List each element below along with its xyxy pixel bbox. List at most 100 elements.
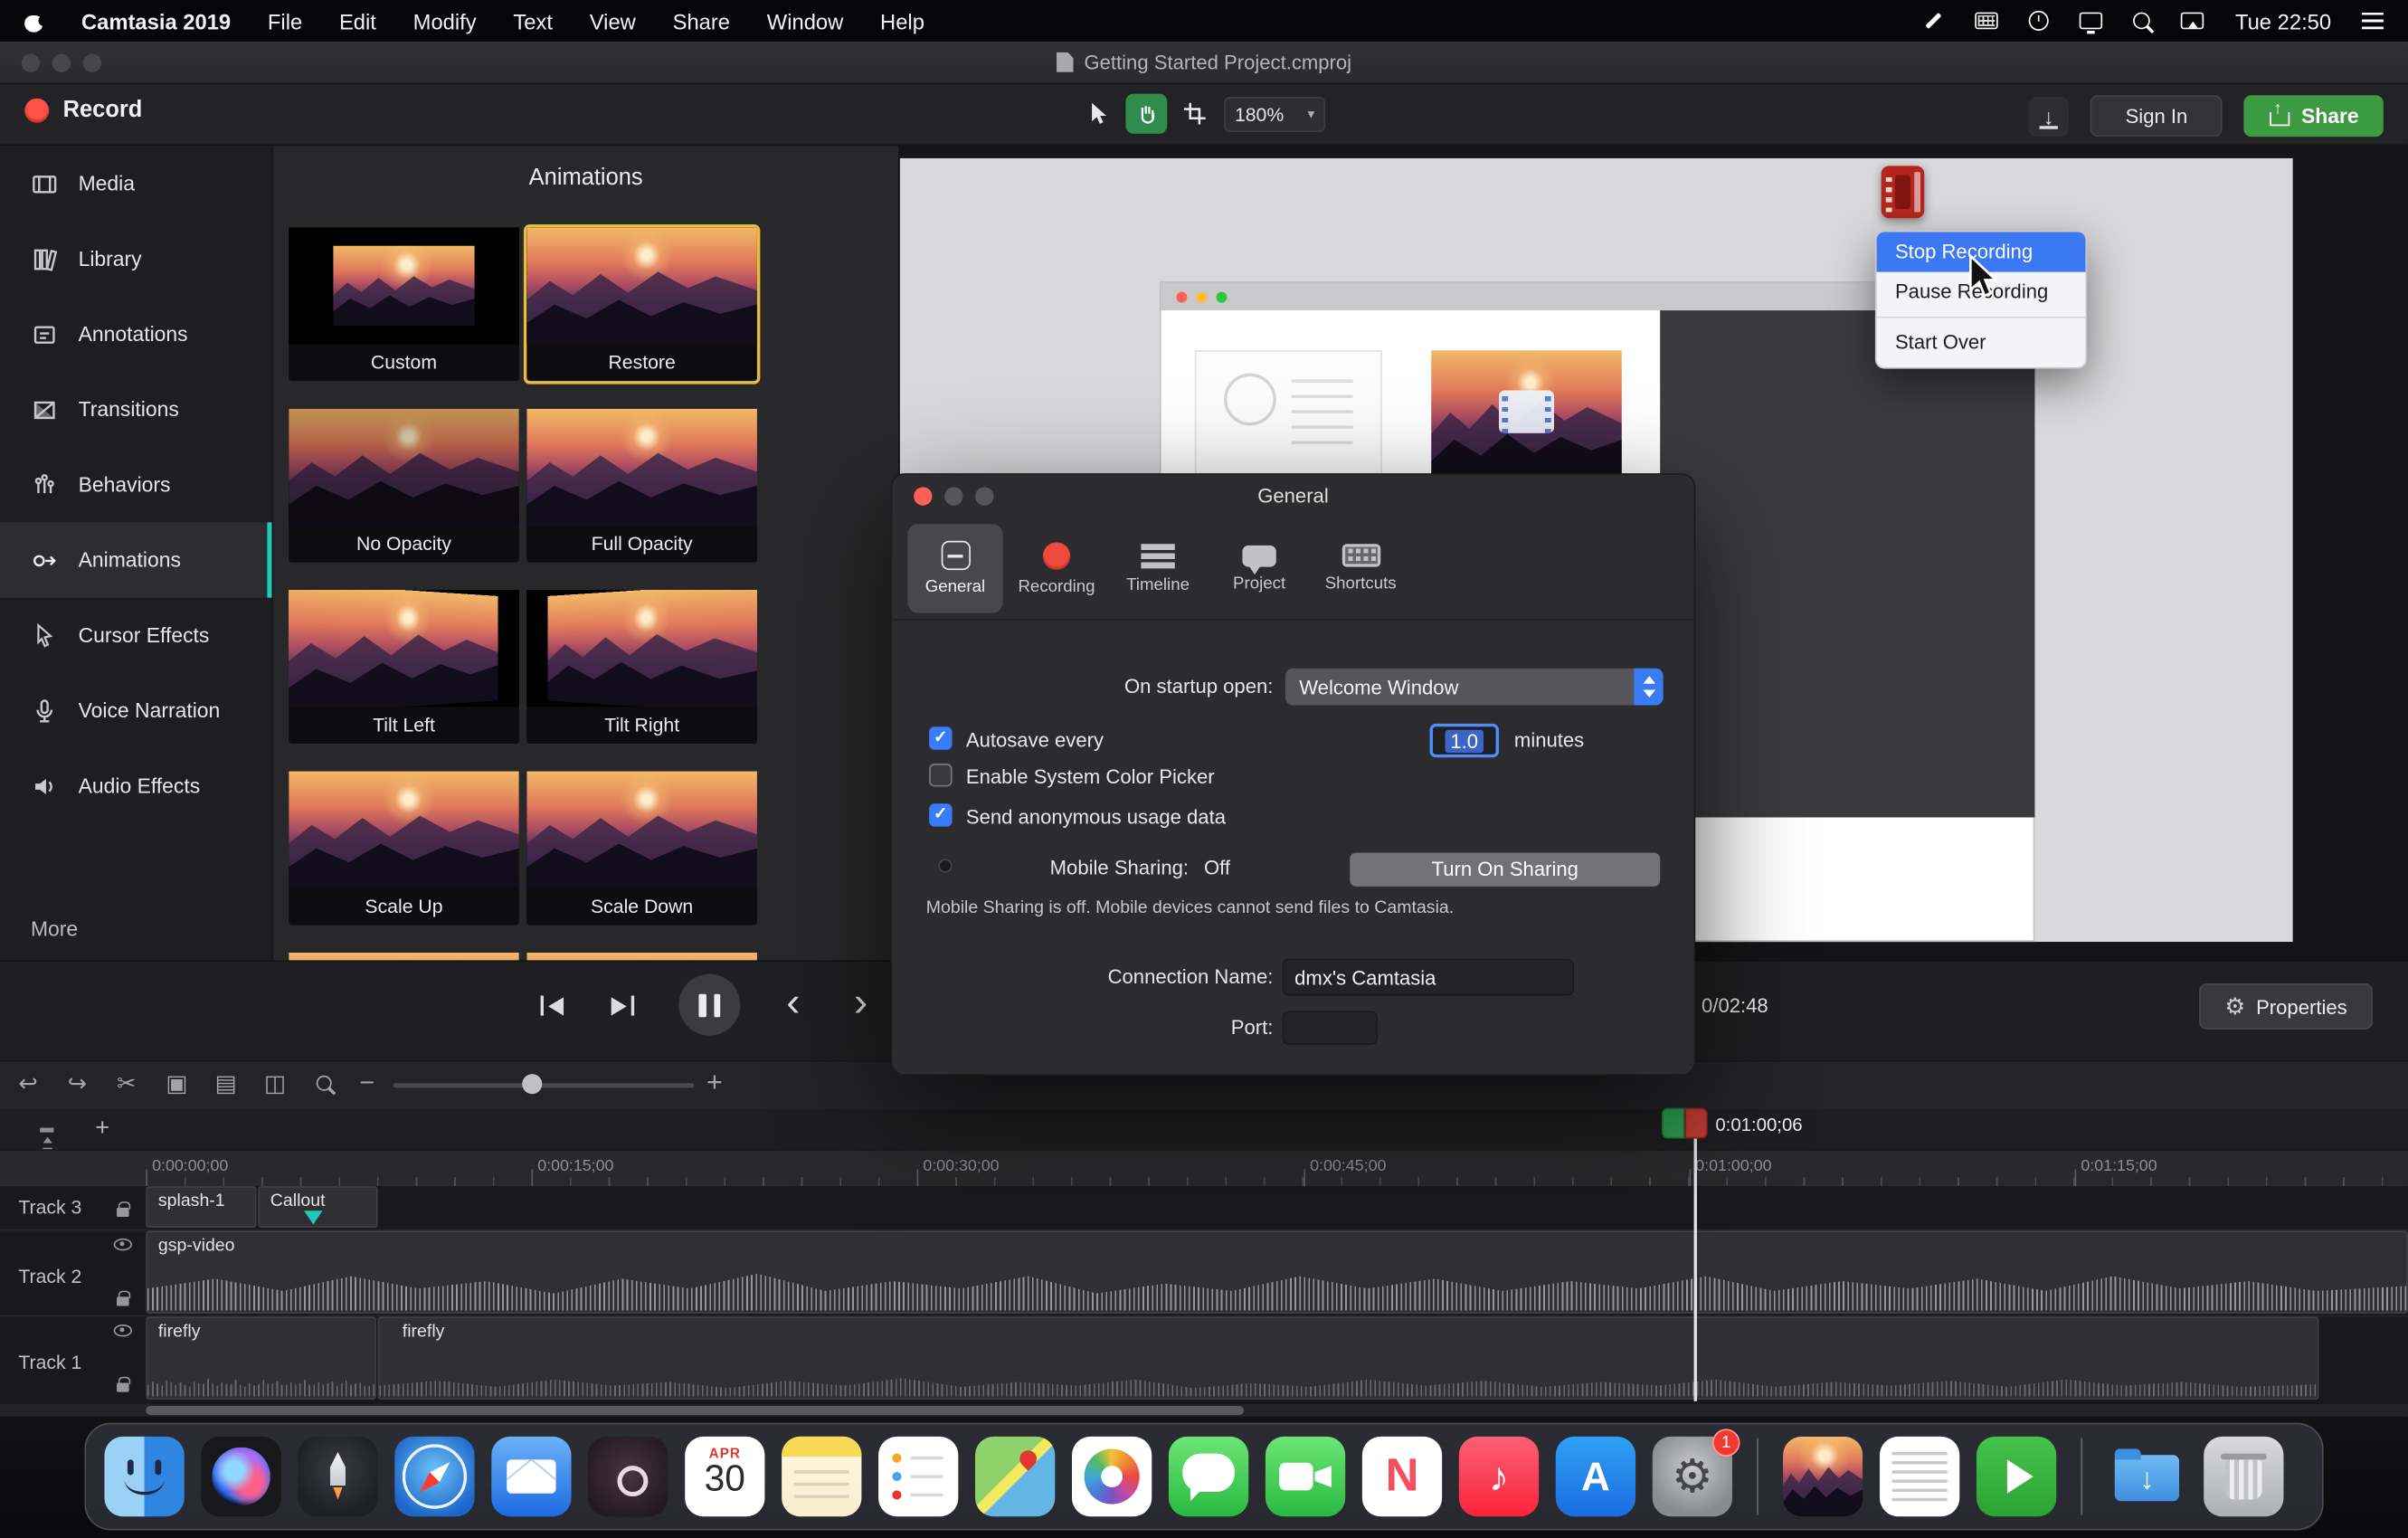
tab-shortcuts[interactable]: Shortcuts [1313, 524, 1408, 613]
startup-dropdown[interactable]: Welcome Window [1285, 669, 1664, 706]
spotlight-search-icon[interactable] [2134, 13, 2151, 30]
tab-recording[interactable]: Recording [1009, 524, 1104, 613]
jump-forward-button[interactable]: › [854, 982, 867, 1023]
animation-tile-custom[interactable]: Custom [289, 227, 519, 381]
pause-button[interactable] [678, 974, 740, 1036]
dock-camtasia-icon[interactable] [1977, 1437, 2056, 1516]
sidebar-item-audio-effects[interactable]: Audio Effects [0, 748, 271, 823]
dock-launchpad-icon[interactable] [298, 1437, 377, 1516]
export-download-button[interactable] [2029, 96, 2069, 136]
pen-status-icon[interactable] [1925, 11, 1945, 31]
dock-maps-icon[interactable] [975, 1437, 1055, 1516]
sidebar-item-animations[interactable]: Animations [0, 522, 271, 597]
timeline-scrollbar-thumb[interactable] [146, 1406, 1244, 1415]
menubar-item-window[interactable]: Window [767, 8, 844, 33]
turn-on-sharing-button[interactable]: Turn On Sharing [1350, 853, 1660, 887]
apple-menu-icon[interactable] [24, 10, 44, 32]
dock-safari-icon[interactable] [394, 1437, 474, 1516]
dock-app-store-icon[interactable]: A [1556, 1437, 1635, 1516]
menubar-item-share[interactable]: Share [673, 8, 730, 33]
timer-status-icon[interactable] [2029, 11, 2049, 31]
cut-button[interactable]: ✂ [117, 1069, 136, 1099]
previous-frame-button[interactable] [541, 995, 564, 1015]
recorder-filmstrip-icon[interactable] [1882, 166, 1925, 218]
autosave-minutes-field[interactable]: 1.0 [1430, 724, 1499, 757]
sidebar-item-behaviors[interactable]: Behaviors [0, 447, 271, 522]
record-button[interactable]: Record [24, 97, 142, 123]
properties-button[interactable]: ⚙ Properties [2199, 983, 2373, 1030]
dock-messages-icon[interactable] [1169, 1437, 1248, 1516]
zoom-in-button[interactable]: + [706, 1067, 723, 1099]
select-tool-button[interactable] [1078, 94, 1120, 134]
clip-splash[interactable]: splash-1 [146, 1186, 256, 1228]
next-frame-button[interactable] [611, 995, 634, 1015]
tab-project[interactable]: Project [1211, 524, 1306, 613]
playhead-out-handle[interactable] [1684, 1107, 1707, 1138]
menubar-item-help[interactable]: Help [880, 8, 924, 33]
menubar-item-camtasia[interactable]: Camtasia 2019 [81, 8, 231, 33]
dock-system-preferences-icon[interactable]: ⚙ 1 [1653, 1437, 1732, 1516]
display-status-icon[interactable] [2080, 13, 2102, 30]
sidebar-item-voice-narration[interactable]: Voice Narration [0, 673, 271, 748]
zoom-dropdown[interactable]: 180% ▾ [1224, 97, 1325, 132]
clip-firefly-2[interactable]: firefly [378, 1316, 2319, 1400]
dock-preview-image-icon[interactable] [1783, 1437, 1863, 1516]
dock-photo-booth-icon[interactable] [588, 1437, 668, 1516]
paste-button[interactable]: ▤ [215, 1069, 237, 1099]
animation-tile-partial[interactable] [526, 953, 757, 960]
notification-center-icon[interactable] [2362, 13, 2384, 30]
timeline-scrollbar[interactable] [0, 1404, 2408, 1417]
menu-item-start-over[interactable]: Start Over [1877, 323, 2086, 363]
menubar-clock[interactable]: Tue 22:50 [2235, 8, 2331, 33]
menubar-item-text[interactable]: Text [513, 8, 553, 33]
dock-mail-icon[interactable] [491, 1437, 571, 1516]
animation-tile-scale-down[interactable]: Scale Down [526, 772, 757, 926]
zoom-out-button[interactable]: − [359, 1067, 374, 1101]
copy-button[interactable]: ▣ [166, 1069, 187, 1099]
split-button[interactable]: ◫ [264, 1069, 286, 1099]
sign-in-button[interactable]: Sign In [2090, 95, 2223, 137]
tab-general[interactable]: General [907, 524, 1002, 613]
sidebar-item-transitions[interactable]: Transitions [0, 372, 271, 447]
clip-callout[interactable]: Callout [258, 1186, 377, 1228]
timeline-ruler[interactable]: 0:00:00;00 0:00:15;00 0:00:30;00 0:00:45… [0, 1149, 2408, 1186]
sidebar-item-media[interactable]: Media [0, 146, 271, 221]
animation-tile-partial[interactable] [289, 953, 519, 960]
animation-tile-full-opacity[interactable]: Full Opacity [526, 409, 757, 563]
menubar-item-edit[interactable]: Edit [339, 8, 376, 33]
add-track-button[interactable]: + [95, 1116, 109, 1144]
redo-button[interactable]: ↪ [68, 1069, 87, 1099]
track-2-lock-icon[interactable] [117, 1296, 129, 1305]
connection-name-field[interactable]: dmx's Camtasia [1283, 959, 1575, 996]
dock-news-icon[interactable]: N [1362, 1437, 1442, 1516]
track-3-lock-icon[interactable] [117, 1208, 129, 1217]
usage-data-checkbox[interactable]: ✓ [929, 803, 952, 826]
sidebar-more-button[interactable]: More [31, 917, 78, 940]
crop-tool-button[interactable] [1173, 94, 1215, 134]
dock-finder-icon[interactable] [104, 1437, 184, 1516]
animation-tile-restore[interactable]: Restore [526, 227, 757, 381]
jump-back-button[interactable]: ‹ [786, 982, 800, 1023]
keyboard-status-icon[interactable] [1976, 13, 1998, 30]
screen-mirroring-icon[interactable] [2182, 13, 2204, 30]
dock-facetime-icon[interactable] [1266, 1437, 1345, 1516]
animation-tile-scale-up[interactable]: Scale Up [289, 772, 519, 926]
dock-downloads-folder-icon[interactable]: ↓ [2107, 1437, 2186, 1516]
dock-textedit-icon[interactable] [1880, 1437, 1959, 1516]
sidebar-item-library[interactable]: Library [0, 222, 271, 297]
share-button[interactable]: Share [2244, 95, 2384, 137]
window-zoom-button[interactable] [83, 53, 101, 71]
clip-gsp-video[interactable]: gsp-video [146, 1230, 2408, 1314]
menubar-item-file[interactable]: File [268, 8, 302, 33]
window-close-button[interactable] [22, 53, 40, 71]
track-1-visibility-icon[interactable] [114, 1324, 132, 1337]
playhead-line[interactable] [1694, 1138, 1697, 1400]
animation-tile-tilt-right[interactable]: Tilt Right [526, 590, 757, 744]
dock-notes-icon[interactable] [782, 1437, 861, 1516]
dock-siri-icon[interactable] [201, 1437, 280, 1516]
dock-reminders-icon[interactable] [878, 1437, 958, 1516]
undo-button[interactable]: ↩ [18, 1069, 37, 1099]
sidebar-item-cursor-effects[interactable]: Cursor Effects [0, 598, 271, 673]
timeline-zoom-slider-knob[interactable] [522, 1074, 542, 1094]
menubar-item-modify[interactable]: Modify [413, 8, 477, 33]
